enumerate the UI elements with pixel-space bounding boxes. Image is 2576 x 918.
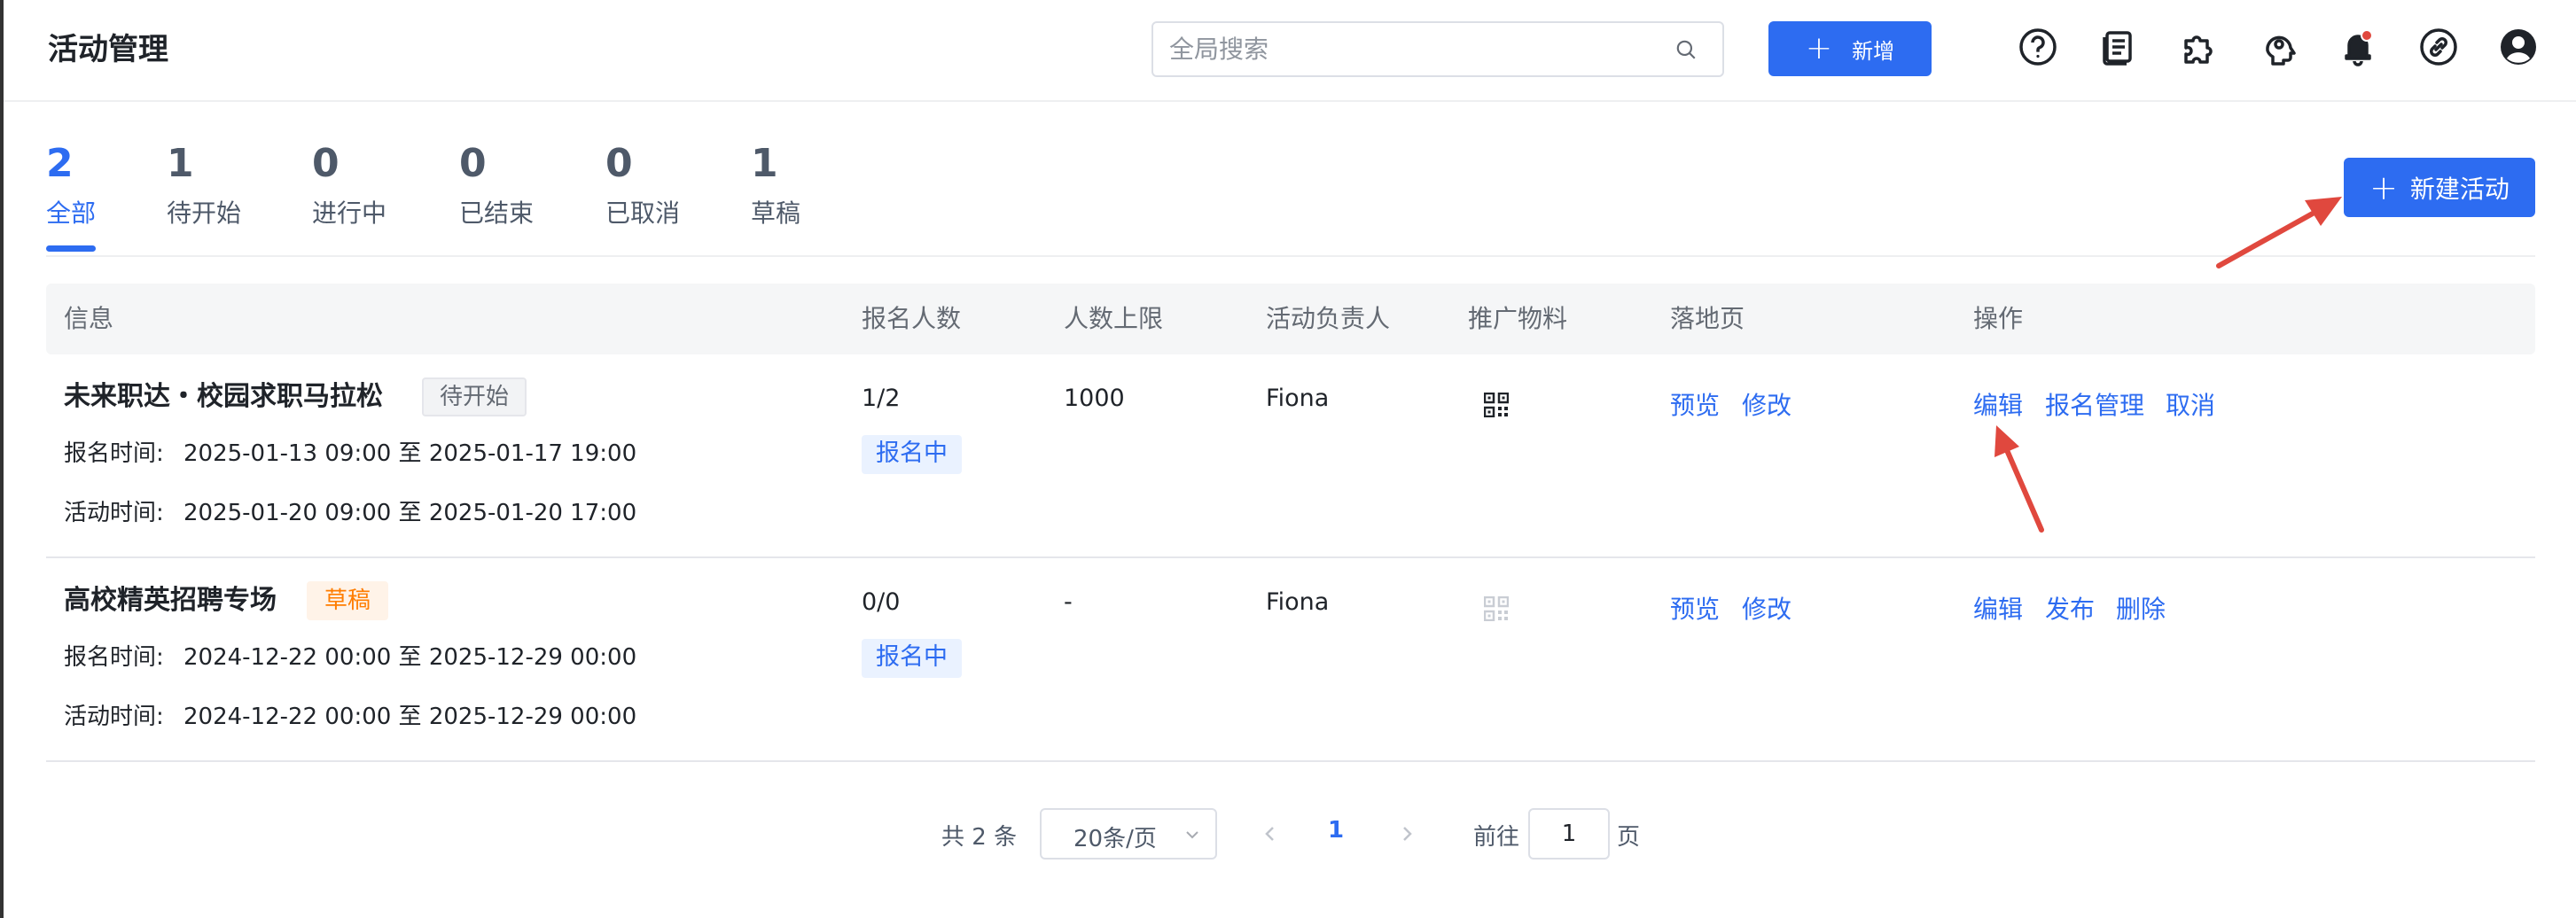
new-activity-button[interactable]: + 新建活动 — [2344, 158, 2535, 217]
signup-count: 1/2 — [862, 385, 901, 412]
status-badge: 待开始 — [422, 377, 527, 416]
link-icon[interactable] — [2417, 26, 2460, 68]
search-icon[interactable] — [1674, 38, 1698, 61]
signup-count: 0/0 — [862, 588, 901, 616]
edit-link[interactable]: 编辑 — [1973, 390, 2023, 422]
activity-time: 2025-01-20 09:00 至 2025-01-20 17:00 — [183, 500, 637, 526]
total-count: 共 2 条 — [941, 824, 1018, 851]
tab-ended[interactable]: 0 已结束 — [459, 137, 534, 231]
delete-link[interactable]: 删除 — [2116, 594, 2166, 626]
activity-name: 高校精英招聘专场 — [64, 585, 277, 616]
column-header: 报名人数 — [862, 304, 962, 333]
column-header: 推广物料 — [1468, 304, 1568, 333]
landing-preview-link[interactable]: 预览 — [1670, 594, 1720, 626]
tab-draft[interactable]: 1 草稿 — [751, 137, 800, 231]
pagination: 共 2 条 20条/页 1 前往 页 — [0, 808, 2576, 861]
landing-edit-link[interactable]: 修改 — [1742, 390, 1791, 422]
chevron-down-icon — [1186, 831, 1198, 839]
tab-in-progress[interactable]: 0 进行中 — [312, 137, 386, 231]
table-row: 未来职达・校园求职马拉松 待开始 报名时间: 2025-01-13 09:00 … — [46, 354, 2535, 558]
active-tab-indicator — [46, 245, 96, 252]
new-activity-label: 新建活动 — [2409, 174, 2510, 204]
page-suffix-label: 页 — [1617, 824, 1641, 851]
add-button-label: 新增 — [1852, 38, 1895, 64]
table-header: 信息 报名人数 人数上限 活动负责人 推广物料 落地页 操作 — [46, 284, 2535, 354]
notification-bell-icon[interactable] — [2337, 26, 2379, 68]
tab-label: 进行中 — [312, 198, 387, 228]
tab-count: 1 — [167, 141, 194, 186]
goto-label: 前往 — [1473, 824, 1520, 851]
tab-all[interactable]: 2 全部 — [46, 137, 96, 231]
column-header: 活动负责人 — [1266, 304, 1391, 333]
qr-code-icon[interactable] — [1484, 393, 1509, 417]
participant-limit: 1000 — [1064, 385, 1125, 412]
tab-label: 已取消 — [605, 198, 681, 228]
tab-label: 草稿 — [751, 198, 801, 228]
document-icon[interactable] — [2097, 26, 2140, 68]
tab-count: 0 — [312, 141, 340, 186]
tab-label: 全部 — [46, 198, 97, 228]
column-header: 信息 — [64, 304, 114, 333]
tab-pending[interactable]: 1 待开始 — [167, 137, 241, 231]
table-row: 高校精英招聘专场 草稿 报名时间: 2024-12-22 00:00 至 202… — [46, 558, 2535, 762]
landing-edit-link[interactable]: 修改 — [1742, 594, 1791, 626]
edit-link[interactable]: 编辑 — [1973, 594, 2023, 626]
tab-count: 0 — [605, 141, 633, 186]
page-size-value: 20条/页 — [1073, 826, 1157, 852]
tabs-divider — [46, 255, 2535, 257]
registration-time: 2025-01-13 09:00 至 2025-01-17 19:00 — [183, 440, 637, 467]
activity-owner: Fiona — [1266, 385, 1330, 412]
registration-management-link[interactable]: 报名管理 — [2045, 390, 2144, 422]
activity-owner: Fiona — [1266, 588, 1330, 616]
column-header: 人数上限 — [1064, 304, 1164, 333]
plus-icon: + — [1805, 30, 1833, 66]
tab-count: 1 — [751, 141, 778, 186]
registration-time: 2024-12-22 00:00 至 2025-12-29 00:00 — [183, 644, 637, 671]
window-left-border — [0, 0, 4, 918]
plus-icon: + — [2369, 167, 2398, 207]
status-badge: 草稿 — [307, 581, 389, 620]
publish-link[interactable]: 发布 — [2045, 594, 2095, 626]
registration-time-label: 报名时间: — [64, 440, 164, 467]
qr-code-icon — [1484, 596, 1509, 621]
activity-time-label: 活动时间: — [64, 704, 164, 730]
support-icon[interactable] — [2257, 26, 2299, 68]
signup-status-badge: 报名中 — [862, 639, 962, 678]
next-page-icon[interactable] — [1393, 821, 1420, 847]
page-size-select[interactable]: 20条/页 — [1040, 808, 1217, 860]
registration-time-label: 报名时间: — [64, 644, 164, 671]
activity-time-label: 活动时间: — [64, 500, 164, 526]
column-header: 落地页 — [1670, 304, 1745, 333]
column-header: 操作 — [1973, 304, 2024, 333]
tab-label: 待开始 — [167, 198, 242, 228]
add-button[interactable]: + 新增 — [1768, 21, 1932, 76]
activity-name: 未来职达・校园求职马拉松 — [64, 381, 383, 412]
tab-count: 2 — [46, 141, 74, 186]
top-header: 活动管理 + 新增 — [4, 0, 2576, 102]
participant-limit: - — [1064, 588, 1073, 616]
search-input[interactable] — [1169, 23, 1666, 75]
page-number[interactable]: 1 — [1328, 817, 1344, 844]
help-icon[interactable] — [2017, 26, 2059, 68]
signup-status-badge: 报名中 — [862, 435, 962, 474]
cancel-link[interactable]: 取消 — [2166, 390, 2215, 422]
tab-count: 0 — [459, 141, 487, 186]
goto-page-input[interactable] — [1528, 808, 1610, 860]
tab-label: 已结束 — [459, 198, 535, 228]
landing-preview-link[interactable]: 预览 — [1670, 390, 1720, 422]
global-search-box[interactable] — [1151, 21, 1724, 77]
page-title: 活动管理 — [48, 32, 168, 67]
user-avatar-icon[interactable] — [2497, 26, 2540, 68]
tab-cancelled[interactable]: 0 已取消 — [605, 137, 680, 231]
plugin-icon[interactable] — [2177, 26, 2220, 68]
activity-time: 2024-12-22 00:00 至 2025-12-29 00:00 — [183, 704, 637, 730]
prev-page-icon[interactable] — [1257, 821, 1284, 847]
